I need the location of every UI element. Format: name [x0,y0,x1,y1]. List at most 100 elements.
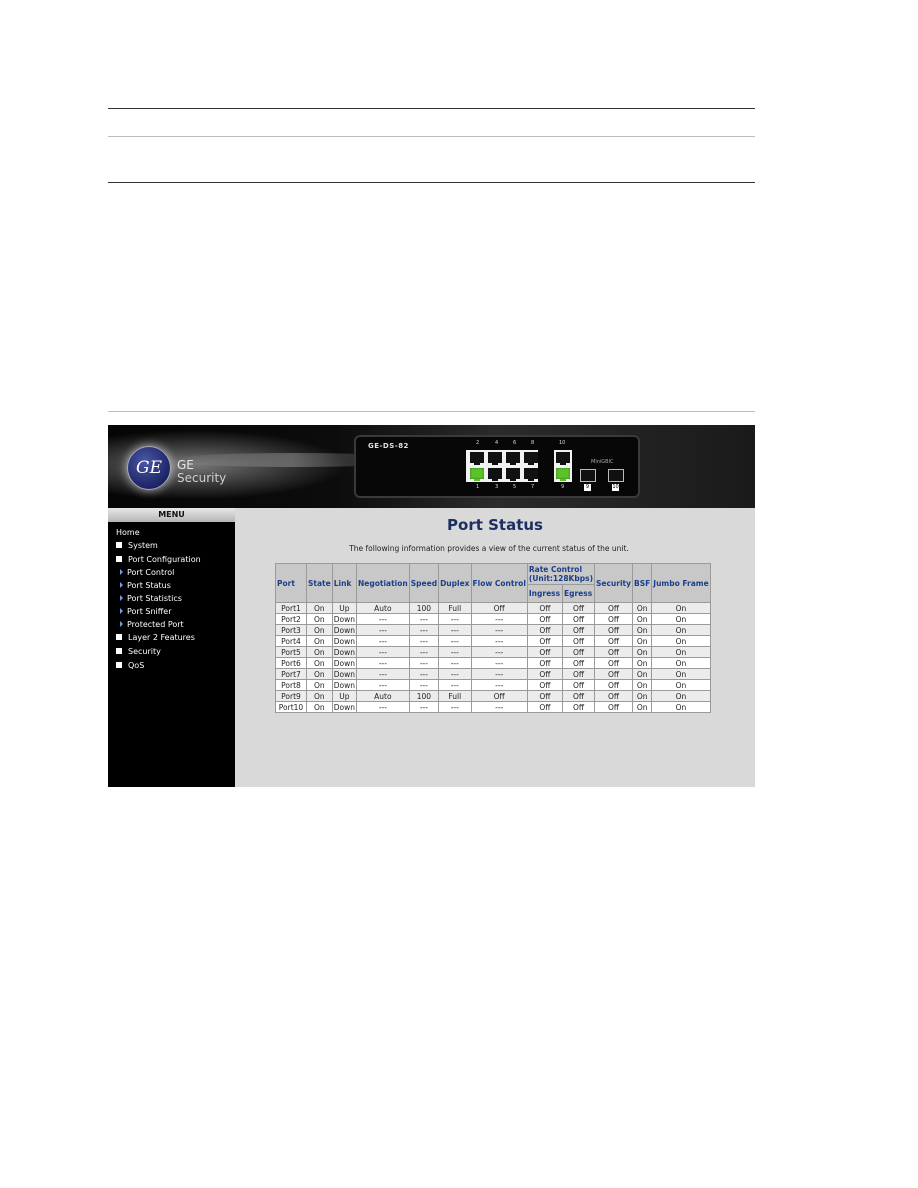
cell-ingress: Off [526,701,563,713]
cell-flow-control: --- [470,679,528,691]
col-header-security: Security [593,563,634,603]
col-header-rate-control: Rate Control (Unit:128Kbps) [526,563,596,585]
cell-speed: --- [408,624,440,636]
menu-item-security[interactable]: Security [116,647,161,656]
cell-duplex: --- [438,657,472,669]
cell-speed: --- [408,635,440,647]
brand-name: GE [177,458,194,472]
cell-duplex: --- [438,646,472,658]
cell-jumbo-frame: On [651,646,711,658]
page-description: The following information provides a vie… [349,544,629,553]
cell-security: Off [593,602,634,614]
expand-plus-icon [116,662,122,668]
cell-state: On [306,690,333,702]
cell-bsf: On [632,701,653,713]
port-5-icon[interactable] [506,468,520,481]
cell-link: Up [331,602,358,614]
menu-item-port-control[interactable]: Port Control [120,568,174,577]
cell-speed: --- [408,701,440,713]
cell-speed: --- [408,679,440,691]
sfp-port-10-icon[interactable] [608,469,624,482]
menu-item-label: Port Status [127,581,171,590]
port-10-icon[interactable] [556,452,570,465]
cell-link: Down [331,624,358,636]
table-row: Port8 On Down --- --- --- --- Off Off Off On On [275,679,711,691]
sidebar-menu: MENU Home System Port Configuration Port… [108,508,235,787]
menu-item-port-configuration[interactable]: Port Configuration [116,555,201,564]
cell-state: On [306,602,333,614]
cell-duplex: --- [438,635,472,647]
menu-item-label: System [128,541,158,550]
table-row: Port1 On Up Auto 100 Full Off Off Off Off On On [275,602,711,614]
cell-egress: Off [561,602,596,614]
menu-item-home[interactable]: Home [116,528,140,537]
cell-state: On [306,646,333,658]
cell-ingress: Off [526,646,563,658]
cell-negotiation: Auto [356,602,410,614]
header-rule-bottom [108,182,755,183]
cell-link: Down [331,701,358,713]
col-header-flow-control: Flow Control [470,563,528,603]
menu-item-port-sniffer[interactable]: Port Sniffer [120,607,172,616]
bullet-arrow-icon [120,608,123,614]
port-label-7: 7 [531,484,535,490]
cell-port: Port9 [275,690,307,702]
cell-state: On [306,624,333,636]
port-status-table: Port State Link Negotiation Speed Duplex… [275,563,711,713]
cell-state: On [306,701,333,713]
cell-link: Down [331,646,358,658]
cell-bsf: On [632,690,653,702]
cell-link: Down [331,668,358,680]
port-3-icon[interactable] [488,468,502,481]
cell-security: Off [593,646,634,658]
table-row: Port10 On Down --- --- --- --- Off Off Off On On [275,701,711,713]
port-9-icon[interactable] [556,468,570,481]
cell-ingress: Off [526,668,563,680]
cell-flow-control: --- [470,657,528,669]
cell-port: Port10 [275,701,307,713]
col-header-duplex: Duplex [438,563,472,603]
bullet-arrow-icon [120,582,123,588]
cell-negotiation: --- [356,668,410,680]
ge-logo-icon: GE [127,446,171,490]
port-8-icon[interactable] [524,452,538,465]
brand-subtitle: Security [177,471,227,485]
menu-item-label: Port Control [127,568,175,577]
cell-port: Port2 [275,613,307,625]
cell-security: Off [593,613,634,625]
cell-egress: Off [561,701,596,713]
menu-item-port-statistics[interactable]: Port Statistics [120,594,182,603]
cell-egress: Off [561,679,596,691]
table-row: Port7 On Down --- --- --- --- Off Off Off On On [275,668,711,680]
cell-negotiation: --- [356,657,410,669]
cell-security: Off [593,624,634,636]
port-6-icon[interactable] [506,452,520,465]
cell-ingress: Off [526,690,563,702]
menu-item-label: Port Configuration [128,555,201,564]
menu-item-protected-port[interactable]: Protected Port [120,620,184,629]
port-2-icon[interactable] [470,452,484,465]
menu-item-qos[interactable]: QoS [116,661,144,670]
port-1-icon[interactable] [470,468,484,481]
menu-header: MENU [108,508,235,522]
cell-duplex: Full [438,602,472,614]
menu-item-layer2-features[interactable]: Layer 2 Features [116,633,195,642]
cell-state: On [306,657,333,669]
port-4-icon[interactable] [488,452,502,465]
cell-bsf: On [632,602,653,614]
table-row: Port9 On Up Auto 100 Full Off Off Off Off On On [275,690,711,702]
menu-item-port-status[interactable]: Port Status [120,581,171,590]
cell-ingress: Off [526,602,563,614]
cell-negotiation: --- [356,679,410,691]
menu-item-system[interactable]: System [116,541,158,550]
sfp-port-9-icon[interactable] [580,469,596,482]
col-header-state: State [306,563,333,603]
bullet-arrow-icon [120,569,123,575]
port-label-3: 3 [495,484,499,490]
cell-port: Port6 [275,657,307,669]
port-7-icon[interactable] [524,468,538,481]
port-label-4: 4 [495,440,499,446]
cell-jumbo-frame: On [651,613,711,625]
port-status-table-body: Port1 On Up Auto 100 Full Off Off Off Off On On Port… [275,602,711,713]
port-label-6: 6 [513,440,517,446]
